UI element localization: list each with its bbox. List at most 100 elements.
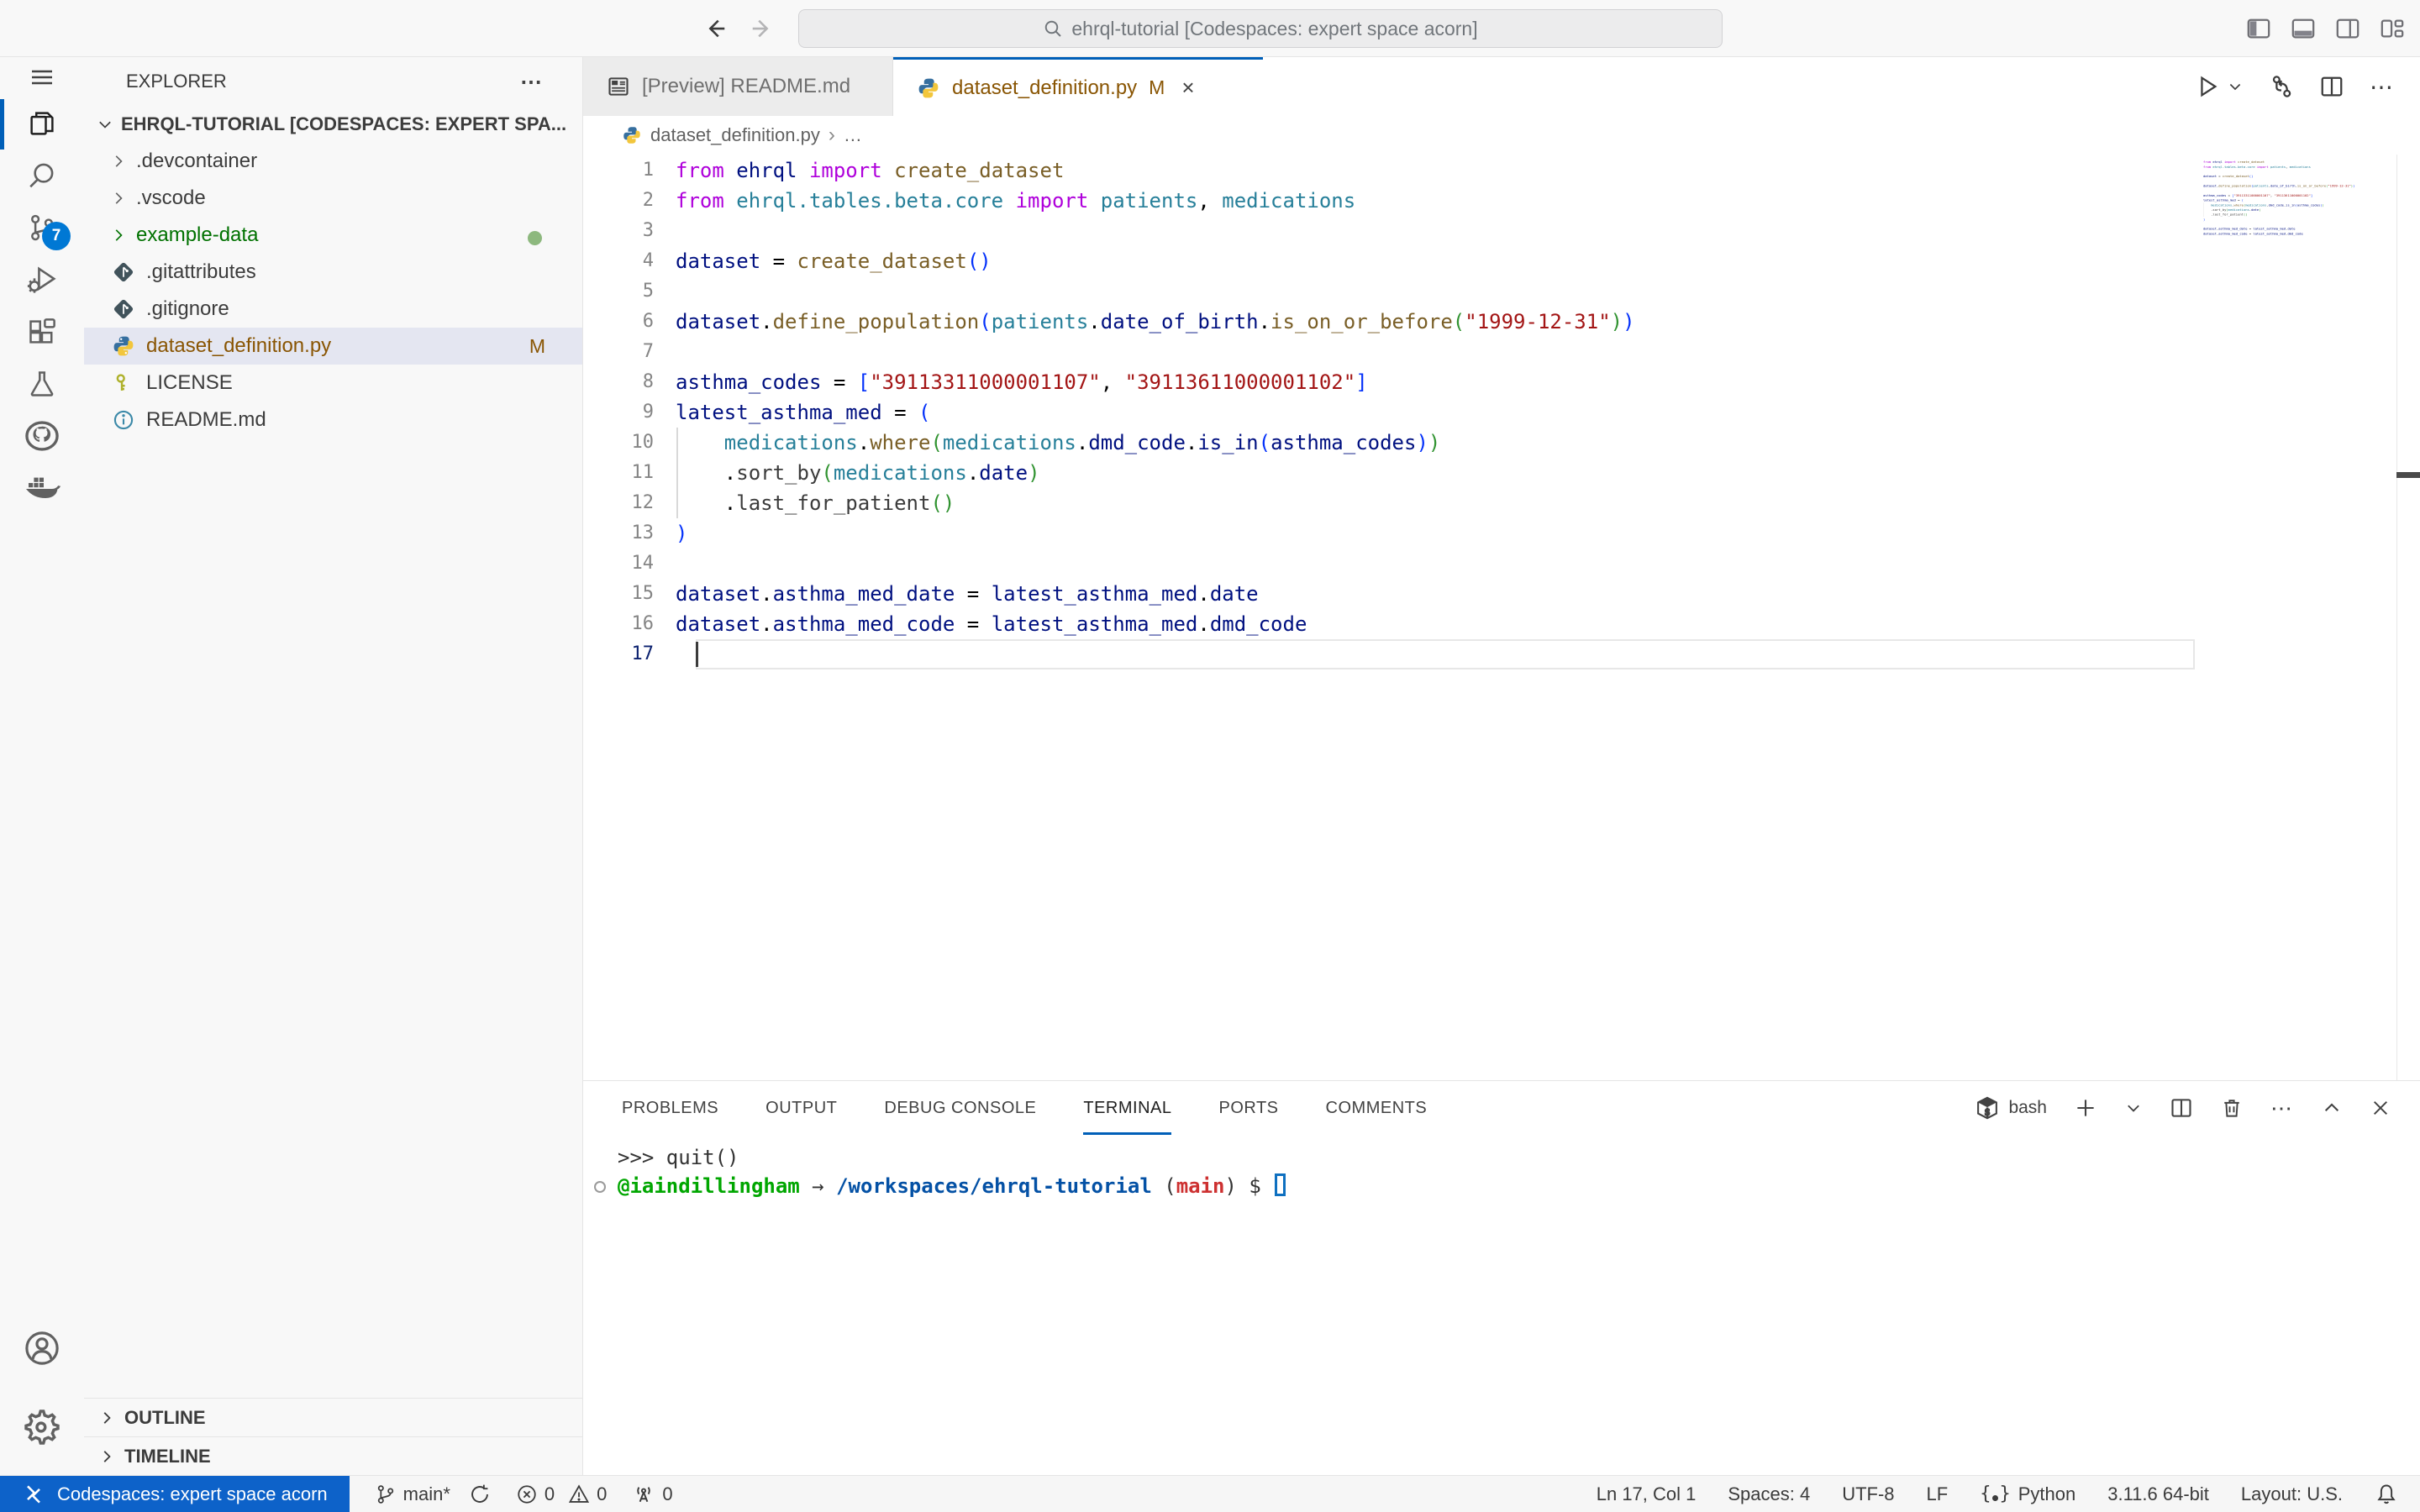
editor-region: [Preview] README.md dataset_definition.p… xyxy=(583,57,2420,1475)
eol-status[interactable]: LF xyxy=(1927,1483,1949,1505)
terminal[interactable]: >>> quit()@iaindillingham → /workspaces/… xyxy=(583,1135,2420,1475)
code-editor[interactable]: 1from ehrql import create_dataset2from e… xyxy=(583,155,2420,1080)
tab-readme-preview[interactable]: [Preview] README.md xyxy=(583,57,893,116)
timeline-section-header[interactable]: TIMELINE xyxy=(84,1436,582,1475)
command-decoration-icon[interactable] xyxy=(594,1181,606,1193)
code-line-5[interactable]: 5 xyxy=(583,276,2420,307)
command-center-search[interactable]: ehrql-tutorial [Codespaces: expert space… xyxy=(798,9,1723,48)
code-line-11[interactable]: 11 .sort_by(medications.date) xyxy=(583,458,2420,488)
tab-output[interactable]: OUTPUT xyxy=(765,1081,837,1135)
history-back-button[interactable] xyxy=(702,16,728,41)
sidebar-item-run-debug[interactable] xyxy=(0,254,84,306)
code-line-2[interactable]: 2from ehrql.tables.beta.core import pati… xyxy=(583,186,2420,216)
more-actions-button[interactable]: ⋯ xyxy=(2370,73,2395,101)
remote-indicator[interactable]: Codespaces: expert space acorn xyxy=(0,1476,350,1512)
toggle-primary-sidebar-button[interactable] xyxy=(2246,16,2271,41)
tab-ports[interactable]: PORTS xyxy=(1218,1081,1278,1135)
application-menu-button[interactable] xyxy=(0,57,84,97)
explorer-more-actions-button[interactable]: ⋯ xyxy=(520,69,544,95)
chevron-right-icon: › xyxy=(829,123,835,147)
tab-debug-console[interactable]: DEBUG CONSOLE xyxy=(884,1081,1036,1135)
close-panel-button[interactable] xyxy=(2370,1097,2391,1119)
breadcrumb-symbol[interactable]: … xyxy=(844,124,862,146)
split-editor-button[interactable] xyxy=(2319,74,2344,99)
line-number: 14 xyxy=(583,549,676,579)
cursor-position-status[interactable]: Ln 17, Col 1 xyxy=(1597,1483,1697,1505)
settings-button[interactable] xyxy=(0,1388,84,1467)
tab-comments[interactable]: COMMENTS xyxy=(1326,1081,1428,1135)
code-line-10[interactable]: 10 medications.where(medications.dmd_cod… xyxy=(583,428,2420,458)
toggle-secondary-sidebar-button[interactable] xyxy=(2335,16,2360,41)
python-interpreter-status[interactable]: 3.11.6 64-bit xyxy=(2107,1483,2209,1505)
open-changes-icon[interactable] xyxy=(2269,74,2294,99)
tab-dataset-definition[interactable]: dataset_definition.py M × xyxy=(893,57,1263,116)
sidebar-item-explorer[interactable] xyxy=(0,97,84,150)
kill-terminal-button[interactable] xyxy=(2220,1096,2244,1120)
file-row-readme[interactable]: README.md xyxy=(84,402,582,438)
code-line-14[interactable]: 14 xyxy=(583,549,2420,579)
code-line-13[interactable]: 13) xyxy=(583,518,2420,549)
chevron-right-icon xyxy=(109,189,128,207)
search-text: ehrql-tutorial [Codespaces: expert space… xyxy=(1071,18,1477,40)
code-line-1[interactable]: 1from ehrql import create_dataset xyxy=(583,155,2420,186)
indentation-status[interactable]: Spaces: 4 xyxy=(1728,1483,1810,1505)
notifications-bell-button[interactable] xyxy=(2375,1483,2398,1506)
code-line-4[interactable]: 4dataset = create_dataset() xyxy=(583,246,2420,276)
breadcrumb-file[interactable]: dataset_definition.py xyxy=(650,124,820,146)
untracked-dot-badge xyxy=(528,231,542,245)
code-line-9[interactable]: 9latest_asthma_med = ( xyxy=(583,397,2420,428)
code-line-7[interactable]: 7 xyxy=(583,337,2420,367)
file-row-dataset-definition[interactable]: dataset_definition.py M xyxy=(84,328,582,365)
editor-caret xyxy=(696,642,698,667)
code-line-3[interactable]: 3 xyxy=(583,216,2420,246)
file-row-gitignore[interactable]: .gitignore xyxy=(84,291,582,328)
file-row-vscode[interactable]: .vscode xyxy=(84,180,582,217)
sidebar-item-source-control[interactable]: 7 xyxy=(0,202,84,254)
history-forward-button[interactable] xyxy=(750,16,775,41)
terminal-shell-selector[interactable]: $ bash xyxy=(1975,1095,2047,1121)
git-branch-status[interactable]: main* xyxy=(375,1483,491,1505)
toggle-panel-button[interactable] xyxy=(2291,16,2316,41)
code-line-15[interactable]: 15dataset.asthma_med_date = latest_asthm… xyxy=(583,579,2420,609)
file-row-license[interactable]: LICENSE xyxy=(84,365,582,402)
sidebar-item-testing[interactable] xyxy=(0,358,84,410)
run-python-file-button[interactable] xyxy=(2195,74,2244,99)
maximize-panel-button[interactable] xyxy=(2321,1097,2343,1119)
sidebar-item-github[interactable] xyxy=(0,410,84,462)
accounts-button[interactable] xyxy=(0,1309,84,1388)
code-line-17[interactable]: 17 xyxy=(2203,236,2395,241)
explorer-sidebar: EXPLORER ⋯ EHRQL-TUTORIAL [CODESPACES: E… xyxy=(84,57,583,1475)
code-line-17[interactable]: 17 xyxy=(583,639,2420,669)
explorer-root-folder[interactable]: EHRQL-TUTORIAL [CODESPACES: EXPERT SPA..… xyxy=(84,106,582,143)
minimap[interactable]: 1from ehrql import create_dataset2from e… xyxy=(2203,160,2395,748)
tab-terminal[interactable]: TERMINAL xyxy=(1083,1081,1171,1135)
search-icon xyxy=(1043,18,1063,39)
file-row-devcontainer[interactable]: .devcontainer xyxy=(84,143,582,180)
tab-problems[interactable]: PROBLEMS xyxy=(622,1081,718,1135)
language-mode-status[interactable]: {} Python xyxy=(1980,1483,2075,1505)
outline-section-header[interactable]: OUTLINE xyxy=(84,1398,582,1436)
code-text: ) xyxy=(676,518,687,549)
new-terminal-button[interactable] xyxy=(2074,1096,2097,1120)
warning-icon xyxy=(568,1483,590,1505)
sidebar-item-search[interactable] xyxy=(0,150,84,202)
sidebar-item-docker[interactable] xyxy=(0,462,84,514)
code-line-16[interactable]: 16dataset.asthma_med_code = latest_asthm… xyxy=(583,609,2420,639)
breadcrumb[interactable]: dataset_definition.py › … xyxy=(583,116,2420,155)
code-line-6[interactable]: 6dataset.define_population(patients.date… xyxy=(583,307,2420,337)
encoding-status[interactable]: UTF-8 xyxy=(1842,1483,1894,1505)
code-line-12[interactable]: 12 .last_for_patient() xyxy=(583,488,2420,518)
keyboard-layout-status[interactable]: Layout: U.S. xyxy=(2241,1483,2343,1505)
split-terminal-button[interactable] xyxy=(2170,1096,2193,1120)
sidebar-item-extensions[interactable] xyxy=(0,306,84,358)
forwarded-ports-status[interactable]: 0 xyxy=(632,1483,672,1506)
terminal-dropdown-button[interactable] xyxy=(2124,1099,2143,1117)
problems-status[interactable]: 0 0 xyxy=(516,1483,608,1505)
panel-more-actions-button[interactable]: ⋯ xyxy=(2270,1095,2294,1121)
customize-layout-button[interactable] xyxy=(2380,16,2405,41)
python-file-icon xyxy=(622,125,642,145)
file-row-gitattributes[interactable]: .gitattributes xyxy=(84,254,582,291)
code-line-8[interactable]: 8asthma_codes = ["39113311000001107", "3… xyxy=(583,367,2420,397)
file-row-example-data[interactable]: example-data xyxy=(84,217,582,254)
close-tab-button[interactable]: × xyxy=(1181,75,1194,101)
